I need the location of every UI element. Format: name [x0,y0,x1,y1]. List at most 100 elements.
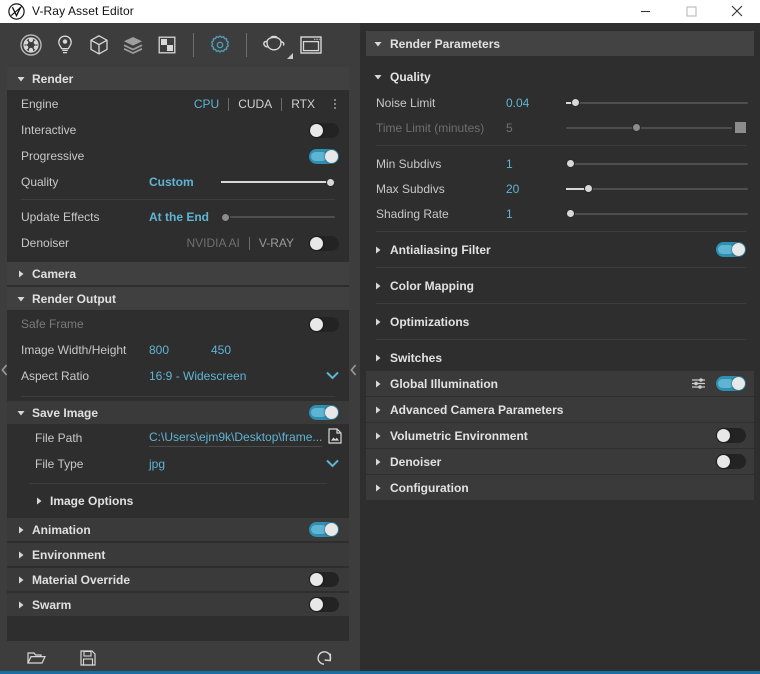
row-file-path: File Path C:\Users\ejm9k\Desktop\frame..… [7,425,349,451]
chevron-down-icon[interactable] [326,455,339,473]
update-effects-slider[interactable] [221,210,335,224]
max-subdivs-value[interactable]: 20 [506,182,566,196]
noise-limit-slider[interactable] [566,96,748,110]
textures-icon[interactable] [150,28,184,62]
denoiser-option-nvidia-ai[interactable]: NVIDIA AI [178,236,249,250]
quality-value[interactable]: Custom [149,175,221,189]
update-effects-value[interactable]: At the End [149,210,221,224]
volumetric-environment-toggle[interactable] [716,428,746,443]
section-title: Save Image [32,405,99,420]
section-header-image-options[interactable]: Image Options [7,490,349,512]
caret-down-icon [374,35,382,53]
settings-gear-icon[interactable] [203,28,237,62]
time-limit-stop-box[interactable] [735,122,746,133]
time-limit-slider[interactable] [566,121,732,135]
section-header-swarm[interactable]: Swarm [7,593,349,616]
save-image-toggle[interactable] [309,405,339,420]
window-controls [622,0,760,23]
section-header-configuration[interactable]: Configuration [366,475,754,500]
max-subdivs-label: Max Subdivs [376,181,445,196]
material-override-toggle[interactable] [309,572,339,587]
render-divider [21,199,335,200]
teapot-render-icon[interactable] [256,28,294,62]
minimize-button[interactable] [622,0,668,23]
aspect-ratio-value[interactable]: 16:9 - Widescreen [149,369,246,383]
geometry-icon[interactable] [82,28,116,62]
shading-rate-value[interactable]: 1 [506,207,566,221]
gi-settings-sliders-icon[interactable] [691,377,706,395]
kebab-menu-icon[interactable] [331,99,339,109]
caret-down-icon [374,68,382,86]
window-title-bar: V-Ray Asset Editor [0,0,760,23]
section-header-save-image[interactable]: Save Image [7,401,349,424]
global-illumination-toggle[interactable] [716,376,746,391]
lights-icon[interactable] [48,28,82,62]
floppy-save-icon[interactable] [74,647,102,669]
interactive-label: Interactive [21,123,77,137]
denoiser-option-vray[interactable]: V-RAY [250,236,303,250]
noise-limit-value[interactable]: 0.04 [506,96,566,110]
progressive-toggle[interactable] [309,148,339,164]
section-header-optimizations[interactable]: Optimizations [366,309,754,334]
close-button[interactable] [714,0,760,23]
min-subdivs-slider[interactable] [566,157,748,171]
file-type-value[interactable]: jpg [149,457,165,471]
toolbar-divider-1 [193,33,194,57]
swarm-toggle[interactable] [309,597,339,612]
section-header-advanced-camera-parameters[interactable]: Advanced Camera Parameters [366,397,754,422]
max-subdivs-slider[interactable] [566,182,748,196]
file-path-label: File Path [35,431,83,445]
section-header-render-output[interactable]: Render Output [7,287,349,310]
section-header-camera[interactable]: Camera [7,262,349,285]
animation-toggle[interactable] [309,522,339,537]
engine-option-rtx[interactable]: RTX [282,97,324,111]
section-header-volumetric-environment[interactable]: Volumetric Environment [366,423,754,448]
section-header-color-mapping[interactable]: Color Mapping [366,273,754,298]
materials-icon[interactable] [14,28,48,62]
safe-frame-toggle[interactable] [309,316,339,332]
collapse-panel-handle[interactable] [349,359,358,381]
caret-right-icon [374,427,382,445]
section-title: Antialiasing Filter [390,242,491,257]
section-header-global-illumination[interactable]: Global Illumination [366,371,754,396]
section-title: Optimizations [390,314,470,329]
time-limit-value[interactable]: 5 [506,121,566,135]
chevron-down-icon[interactable] [326,367,339,385]
antialiasing-filter-toggle[interactable] [716,242,746,257]
folder-open-icon[interactable] [22,647,50,669]
section-header-render-parameters[interactable]: Render Parameters [366,31,754,56]
image-height-field[interactable]: 450 [211,343,231,357]
denoiser-section-toggle[interactable] [716,454,746,469]
section-header-switches[interactable]: Switches [366,345,754,370]
render-elements-icon[interactable] [116,28,150,62]
section-header-animation[interactable]: Animation [7,518,349,541]
section-header-render[interactable]: Render [7,67,349,90]
maximize-button[interactable] [668,0,714,23]
file-browse-icon[interactable] [328,427,342,449]
denoiser-toggle[interactable] [309,235,339,251]
section-title: Quality [390,69,431,84]
row-quality: Quality Custom [7,169,349,195]
shading-rate-label: Shading Rate [376,206,449,221]
min-subdivs-value[interactable]: 1 [506,157,566,171]
shading-rate-slider[interactable] [566,207,748,221]
quality-slider[interactable] [221,175,335,189]
engine-option-cpu[interactable]: CPU [185,97,228,111]
engine-option-cuda[interactable]: CUDA [229,97,281,111]
file-path-value[interactable]: C:\Users\ejm9k\Desktop\frame... [149,430,323,447]
section-header-denoiser[interactable]: Denoiser [366,449,754,474]
section-title: Render Parameters [390,36,501,51]
revert-reset-icon[interactable] [310,647,338,669]
section-header-environment[interactable]: Environment [7,543,349,566]
section-header-antialiasing-filter[interactable]: Antialiasing Filter [366,237,754,262]
render-frame-window-icon[interactable] [294,28,328,62]
section-header-quality[interactable]: Quality [366,64,754,89]
image-width-field[interactable]: 800 [149,343,211,357]
engine-selector: CPU CUDA RTX [185,97,339,111]
interactive-toggle[interactable] [309,122,339,138]
row-min-subdivs: Min Subdivs 1 [366,151,754,176]
teapot-dropdown-arrow-icon[interactable] [287,53,293,59]
section-title: Switches [390,350,443,365]
section-title: Color Mapping [390,278,474,293]
section-header-material-override[interactable]: Material Override [7,568,349,591]
